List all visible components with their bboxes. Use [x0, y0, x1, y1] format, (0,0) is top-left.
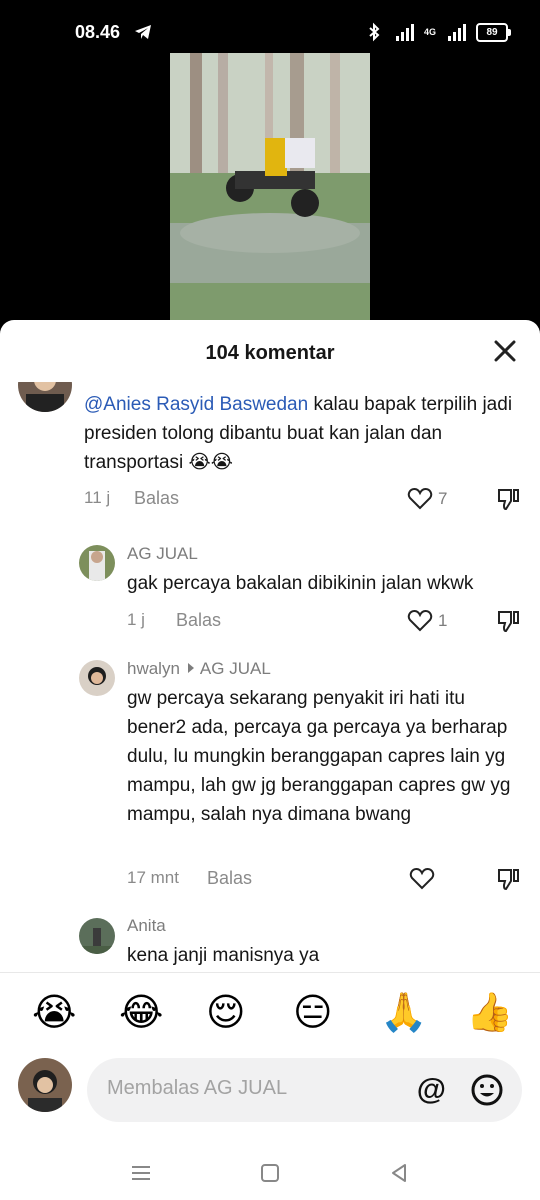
dislike-icon[interactable]	[495, 866, 521, 892]
reply-input-placeholder: Membalas AG JUAL	[107, 1077, 288, 1099]
system-nav-bar	[0, 1150, 540, 1200]
reply-to-name[interactable]: AG JUAL	[200, 659, 271, 678]
emoji-crying-button[interactable]: 😭	[32, 990, 76, 1034]
comment-time: 17 mnt	[127, 868, 179, 887]
reply-button[interactable]: Balas	[176, 610, 221, 631]
comment-text: @Anies Rasyid Baswedan kalau bapak terpi…	[84, 390, 524, 477]
telegram-icon	[135, 25, 151, 39]
avatar[interactable]	[79, 918, 115, 954]
comment-body: gw percaya sekarang penyakit iri hati it…	[127, 688, 511, 825]
comment-body: kena janji manisnya ya	[127, 945, 320, 966]
avatar[interactable]	[79, 545, 115, 581]
divider	[0, 972, 540, 973]
reply-input[interactable]: Membalas AG JUAL @	[87, 1058, 522, 1122]
battery-level: 89	[486, 26, 498, 38]
menu-icon[interactable]	[130, 1162, 152, 1184]
battery-icon: 89	[476, 22, 511, 42]
mention-at-icon[interactable]: @	[417, 1073, 446, 1107]
comment-author[interactable]: AG JUAL	[127, 544, 198, 564]
like-count: 1	[438, 611, 448, 630]
like-count: 7	[438, 489, 448, 508]
emoji-expressionless-button[interactable]: 😑	[293, 990, 333, 1034]
signal-icon	[395, 24, 414, 41]
heart-icon[interactable]	[409, 866, 435, 892]
comment-author: hwalyn AG JUAL	[127, 659, 271, 679]
dislike-icon[interactable]	[495, 608, 521, 634]
comment-sheet: 104 komentar @Anies Rasyid Baswedan kala…	[0, 320, 540, 1200]
emoji-bar: 😭 😂 😌 😑 🙏 👍	[0, 990, 540, 1040]
avatar[interactable]	[79, 660, 115, 696]
reply-button[interactable]: Balas	[134, 488, 179, 509]
reply-button[interactable]: Balas	[207, 868, 252, 889]
close-icon[interactable]	[492, 338, 518, 364]
avatar[interactable]	[18, 382, 72, 412]
network-label: 4G	[423, 27, 436, 37]
author-name[interactable]: hwalyn	[127, 659, 180, 678]
video-thumbnail[interactable]	[170, 53, 370, 323]
heart-icon[interactable]	[407, 486, 433, 512]
comment-body: gak percaya bakalan dibikinin jalan wkwk	[127, 573, 474, 594]
comment-time: 11 j	[84, 488, 111, 507]
dislike-icon[interactable]	[495, 486, 521, 512]
heart-icon[interactable]	[407, 608, 433, 634]
comment-author[interactable]: Anita	[127, 916, 166, 936]
emoji-relieved-button[interactable]: 😌	[206, 990, 246, 1034]
emoji-pray-button[interactable]: 🙏	[380, 990, 427, 1034]
comment-count-title: 104 komentar	[205, 342, 335, 364]
user-avatar[interactable]	[18, 1058, 72, 1112]
status-time: 08.46	[75, 22, 121, 42]
emoji-laughing-button[interactable]: 😂	[119, 990, 163, 1034]
back-icon[interactable]	[388, 1162, 410, 1184]
bluetooth-icon	[369, 22, 380, 42]
smile-icon[interactable]	[470, 1073, 504, 1107]
emoji-thumbsup-button[interactable]: 👍	[466, 990, 513, 1034]
comment-time: 1 j	[127, 610, 145, 629]
mention-link[interactable]: @Anies Rasyid Baswedan	[84, 394, 308, 415]
comment-list[interactable]: @Anies Rasyid Baswedan kalau bapak terpi…	[0, 382, 540, 972]
signal-icon-2	[448, 24, 466, 41]
reply-arrow-icon	[187, 663, 194, 673]
home-icon[interactable]	[259, 1162, 281, 1184]
